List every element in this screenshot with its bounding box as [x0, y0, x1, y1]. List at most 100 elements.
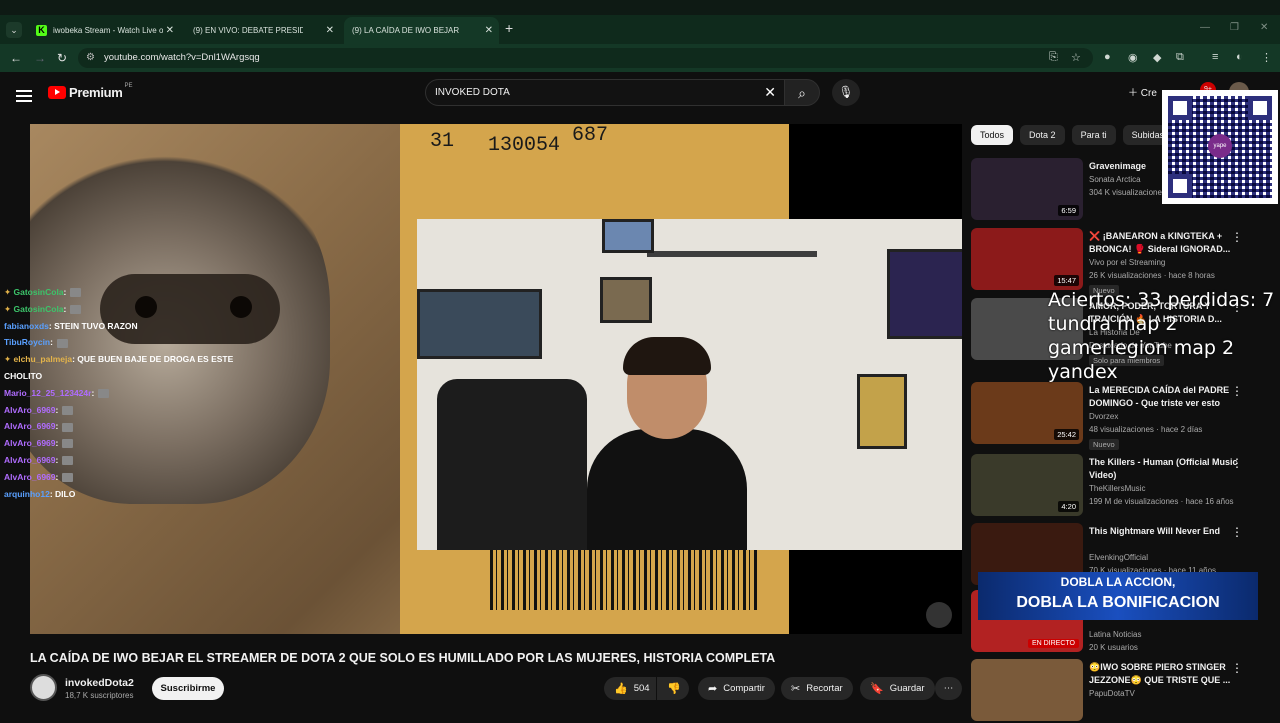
recommendation-item[interactable]: 😳IWO SOBRE PIERO STINGER JEZZONE😳 QUE TR… [971, 659, 1271, 723]
chat-emote-icon [70, 288, 82, 298]
share-button[interactable]: ➦ Compartir [698, 677, 775, 700]
back-icon[interactable]: ← [10, 51, 22, 65]
recommendation-title[interactable]: 😳IWO SOBRE PIERO STINGER JEZZONE😳 QUE TR… [1089, 661, 1239, 686]
site-info-icon[interactable]: ⚙ [86, 52, 95, 63]
media-icon[interactable]: ≡ [1212, 51, 1218, 63]
chip-todos[interactable]: Todos [971, 125, 1014, 145]
clip-button[interactable]: ✂ Recortar [781, 677, 853, 700]
extension-icon[interactable]: ◉ [1128, 51, 1138, 64]
chat-text: : [63, 303, 67, 314]
close-icon[interactable]: ✕ [166, 25, 174, 36]
recommendation-meta: 26 K visualizaciones · hace 8 horas [1089, 271, 1215, 280]
forward-icon[interactable]: → [34, 51, 46, 65]
scissors-icon: ✂ [791, 683, 801, 695]
channel-avatar[interactable] [30, 674, 57, 701]
more-vertical-icon[interactable]: ⋮ [1231, 661, 1243, 675]
voice-search-button[interactable]: 🎙 [832, 79, 860, 106]
more-vertical-icon[interactable]: ⋮ [1231, 456, 1243, 470]
more-vertical-icon[interactable]: ⋮ [1231, 525, 1243, 539]
browser-menu-icon[interactable]: ⋮ [1261, 51, 1272, 64]
video-thumbnail[interactable]: 4:20 [971, 454, 1083, 516]
recommendation-title[interactable]: ❌ ¡BANEARON a KINGTEKA + BRONCA! 🥊 Sider… [1089, 230, 1239, 255]
chat-text: : [55, 454, 59, 465]
youtube-premium-logo[interactable]: Premium PE [48, 83, 133, 100]
tab-title: iwobeka Stream - Watch Live o [53, 26, 163, 35]
extension-icon[interactable]: ● [1104, 51, 1111, 63]
chat-message: ✦ GatosinCola: [4, 301, 266, 318]
more-horizontal-icon: ⋯ [943, 683, 954, 694]
chat-message: AlvAro_6969: [4, 452, 266, 469]
stream-text-overlay: Aciertos: 33 perdidas: 7 tundra map 2 ga… [1048, 289, 1275, 383]
new-tab-icon[interactable]: + [505, 20, 513, 36]
recommendation-channel[interactable]: ElvenkingOfficial [1089, 553, 1148, 562]
minimize-icon[interactable]: — [1200, 22, 1210, 33]
tab-kick[interactable]: K iwobeka Stream - Watch Live o ✕ [28, 17, 180, 44]
extensions-puzzle-icon[interactable]: ⧉ [1176, 51, 1184, 64]
chat-text: : STEIN TUVO RAZON [48, 320, 138, 331]
profile-icon[interactable]: ◐ [1236, 51, 1243, 63]
tab-search-icon[interactable]: ⌄ [6, 22, 22, 38]
channel-watermark[interactable] [926, 602, 952, 628]
video-thumbnail[interactable]: 6:59 [971, 158, 1083, 220]
recommendation-item[interactable]: 25:42 La MERECIDA CAÍDA del PADRE DOMINGO… [971, 382, 1271, 450]
subscribe-button[interactable]: Suscribirme [152, 677, 224, 700]
recommendation-channel[interactable]: PapuDotaTV [1089, 689, 1135, 698]
chat-emote-icon [98, 389, 110, 399]
channel-name[interactable]: invokedDota2 [65, 677, 134, 689]
address-bar[interactable]: ⚙ youtube.com/watch?v=Dnl1WArgsqg [78, 48, 1093, 68]
more-actions-button[interactable]: ⋯ [935, 677, 962, 700]
maximize-icon[interactable]: ❐ [1230, 22, 1239, 33]
search-icon: ⌕ [798, 85, 806, 101]
chat-username: Mario_12_25_123424r [4, 387, 92, 398]
chip-dota2[interactable]: Dota 2 [1020, 125, 1065, 145]
chat-emote-icon [62, 405, 74, 415]
chat-message: ✦ elchu_palmeja: QUE BUEN BAJE DE DROGA … [4, 351, 266, 368]
video-thumbnail[interactable] [971, 659, 1083, 721]
video-thumbnail[interactable]: 25:42 [971, 382, 1083, 444]
recommendation-item[interactable]: 4:20 The Killers - Human (Official Music … [971, 454, 1271, 518]
barcode [490, 550, 760, 610]
close-icon[interactable]: ✕ [326, 25, 334, 36]
tab-debate[interactable]: (9) EN VIVO: DEBATE PRESIDEN ✕ [185, 17, 340, 44]
like-button[interactable]: 👍 504 [604, 677, 656, 700]
recommendation-channel[interactable]: Vivo por el Streaming [1089, 258, 1165, 267]
chat-message: AlvAro_6969: [4, 418, 266, 435]
tab-active-video[interactable]: (9) LA CAÍDA DE IWO BEJAR EL ✕ [344, 17, 499, 44]
more-vertical-icon[interactable]: ⋮ [1231, 230, 1243, 244]
duration-badge: 15:47 [1054, 275, 1079, 286]
window-close-icon[interactable]: ✕ [1260, 22, 1268, 33]
extension-icon[interactable]: ◆ [1153, 51, 1161, 64]
recommendation-channel[interactable]: Sonata Arctica [1089, 175, 1141, 184]
recommendation-meta: 48 visualizaciones · hace 2 días [1089, 425, 1203, 434]
subscriber-count: 18,7 K suscriptores [65, 691, 134, 700]
duration-badge: 25:42 [1054, 429, 1079, 440]
chat-username: TibuRoycin [4, 337, 51, 348]
search-input[interactable]: INVOKED DOTA ✕ [425, 79, 785, 106]
install-icon[interactable]: ⎘ [1049, 51, 1058, 64]
recommendation-channel[interactable]: Latina Noticias [1089, 630, 1141, 639]
video-thumbnail[interactable]: 15:47 [971, 228, 1083, 290]
recommendation-title[interactable]: La MERECIDA CAÍDA del PADRE DOMINGO - Qu… [1089, 384, 1239, 409]
recommendation-item[interactable]: 15:47 ❌ ¡BANEARON a KINGTEKA + BRONCA! 🥊 … [971, 228, 1271, 296]
close-icon[interactable]: ✕ [485, 25, 493, 36]
chat-username: GatosinCola [13, 303, 64, 314]
recommendation-title[interactable]: This Nightmare Will Never End [1089, 525, 1239, 538]
tab-title: (9) LA CAÍDA DE IWO BEJAR EL [352, 26, 462, 35]
recommendation-title[interactable]: The Killers - Human (Official Music Vide… [1089, 456, 1239, 481]
tab-title: (9) EN VIVO: DEBATE PRESIDEN [193, 26, 303, 35]
save-button[interactable]: 🔖 Guardar [860, 677, 935, 700]
bookmark-star-icon[interactable]: ☆ [1071, 51, 1081, 64]
more-vertical-icon[interactable]: ⋮ [1231, 384, 1243, 398]
chip-para-ti[interactable]: Para ti [1071, 125, 1116, 145]
dislike-button[interactable]: 👎 [657, 677, 689, 700]
search-button[interactable]: ⌕ [784, 79, 820, 106]
create-button[interactable]: ＋ Cre [1128, 84, 1157, 99]
recommendation-channel[interactable]: Dvorzex [1089, 412, 1118, 421]
clear-search-icon[interactable]: ✕ [764, 84, 776, 101]
recommendation-channel[interactable]: TheKillersMusic [1089, 484, 1145, 493]
reload-icon[interactable]: ↻ [57, 51, 67, 65]
recommendation-meta: 199 M de visualizaciones · hace 16 años [1089, 497, 1234, 506]
chat-username: AlvAro_6969 [4, 454, 56, 465]
chat-emote-icon [62, 422, 74, 432]
hamburger-menu-icon[interactable] [16, 87, 32, 105]
